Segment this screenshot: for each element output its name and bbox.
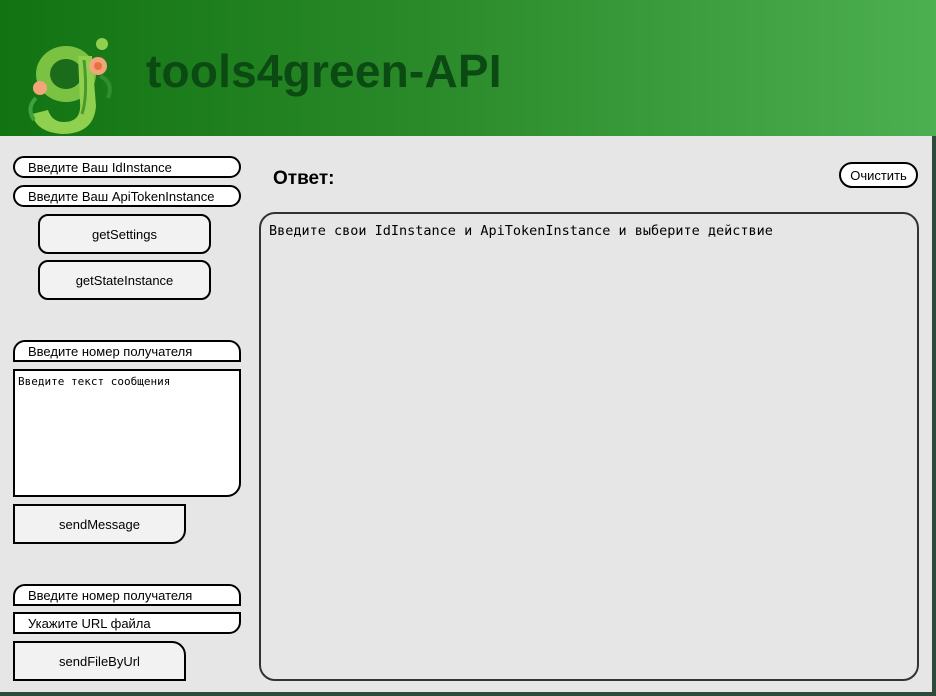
id-instance-input[interactable] xyxy=(13,156,241,178)
message-text-input[interactable] xyxy=(13,369,241,497)
response-output[interactable]: Введите свои IdInstance и ApiTokenInstan… xyxy=(259,212,919,681)
message-recipient-input[interactable] xyxy=(13,340,241,362)
response-label: Ответ: xyxy=(273,168,335,189)
send-file-by-url-button[interactable]: sendFileByUrl xyxy=(13,641,186,681)
send-message-button[interactable]: sendMessage xyxy=(13,504,186,544)
api-token-input[interactable] xyxy=(13,185,241,207)
header-banner: tools4green-API xyxy=(0,0,936,136)
app-title: tools4green-API xyxy=(146,45,502,97)
clear-button[interactable]: Очистить xyxy=(839,162,918,188)
file-url-input[interactable] xyxy=(13,612,241,634)
file-recipient-input[interactable] xyxy=(13,584,241,606)
get-state-instance-button[interactable]: getStateInstance xyxy=(38,260,211,300)
green-g-logo-icon xyxy=(28,38,112,134)
get-settings-button[interactable]: getSettings xyxy=(38,214,211,254)
